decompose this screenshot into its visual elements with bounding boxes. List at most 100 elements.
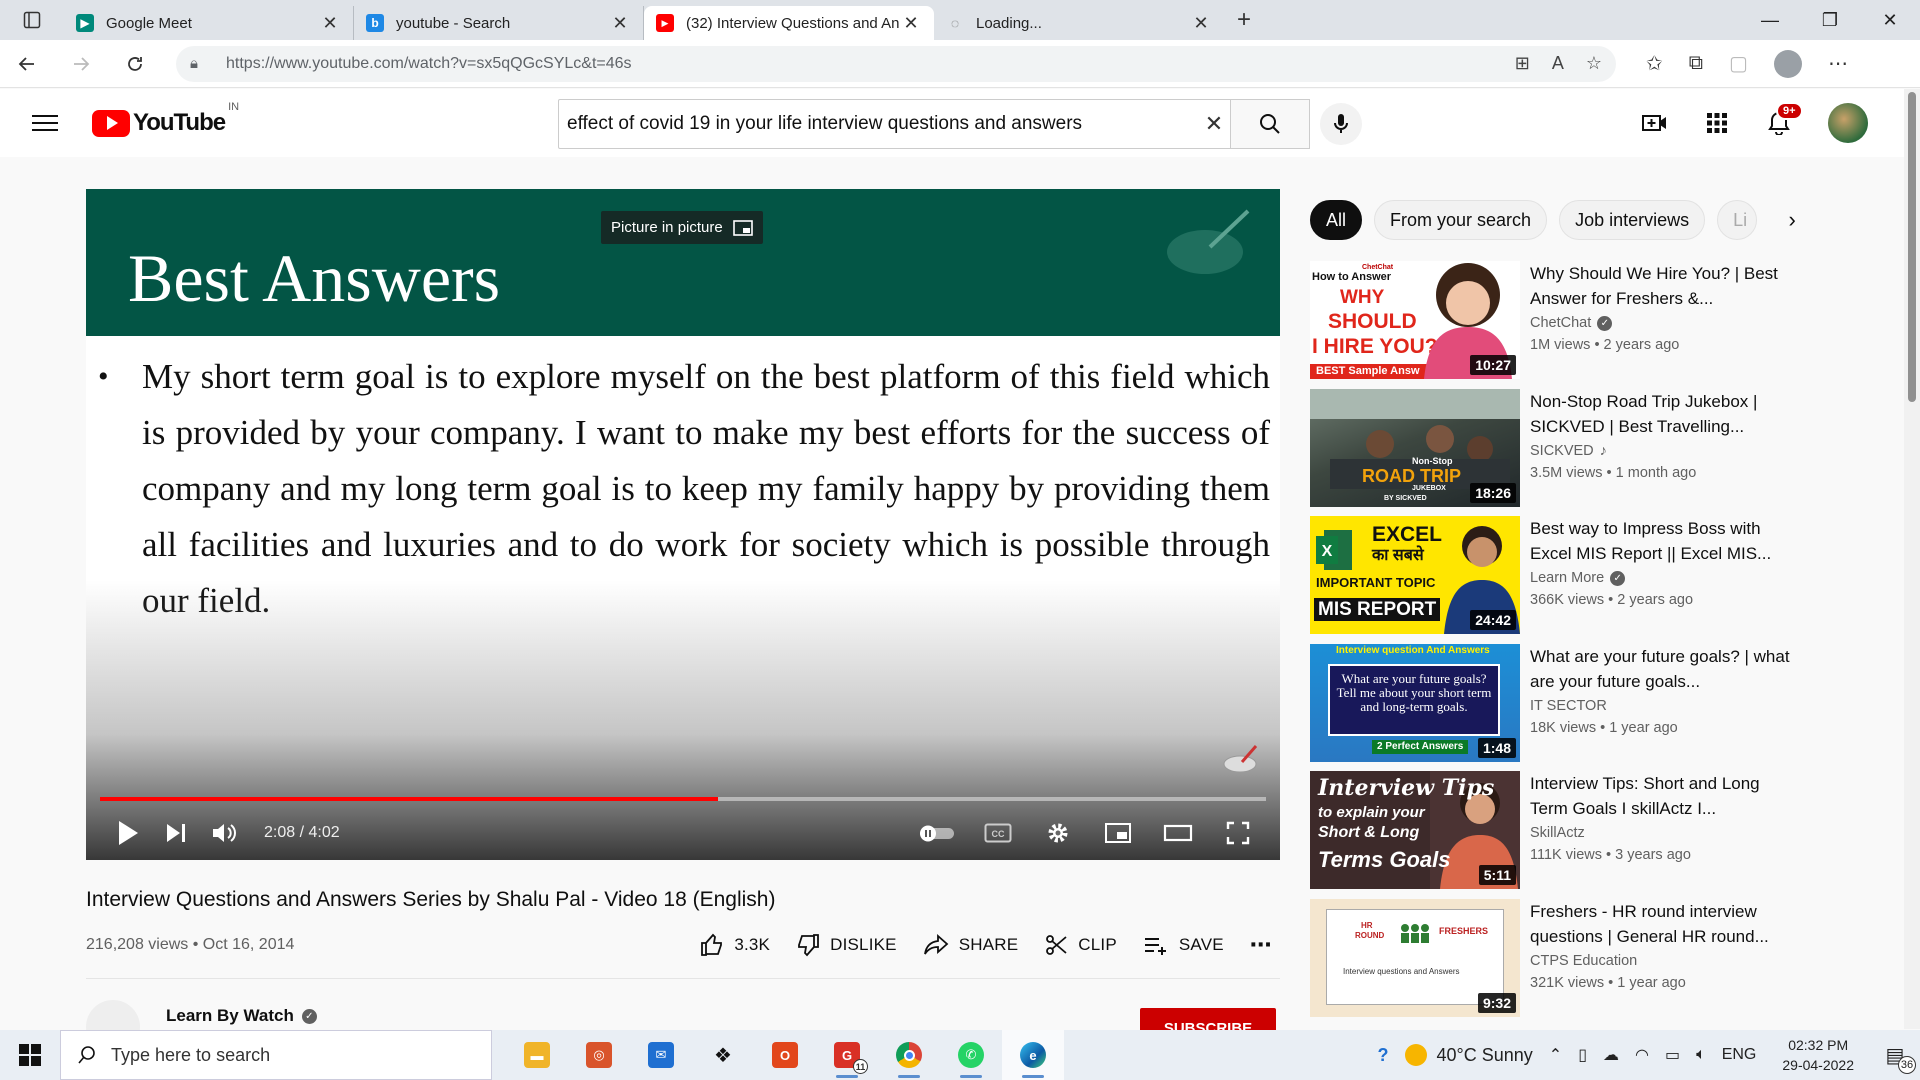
chevron-up-icon[interactable]: ⌃ [1549,1045,1562,1065]
save-button[interactable]: SAVE [1143,934,1224,956]
url-field[interactable]: 🔒︎ https://www.youtube.com/watch?v=sx5qQ… [176,45,1616,82]
like-button[interactable]: 3.3K [700,933,770,957]
apps-grid-icon[interactable] [1704,110,1730,136]
recommendation-channel[interactable]: CTPS Education [1530,953,1637,969]
minimize-icon[interactable]: — [1740,0,1800,40]
picture-in-picture-button[interactable]: Picture in picture [601,211,763,244]
settings-button[interactable] [1034,809,1082,857]
recommendation-title[interactable]: Freshers - HR round interview questions … [1530,899,1790,949]
share-button[interactable]: SHARE [923,934,1019,956]
edge-app[interactable]: e [1002,1030,1064,1080]
video-thumbnail[interactable]: ChetChat How to Answer WHY SHOULD I HIRE… [1310,261,1520,379]
create-video-icon[interactable] [1642,110,1668,136]
search-input[interactable]: effect of covid 19 in your life intervie… [558,99,1240,149]
video-thumbnail[interactable]: HR ROUND FRESHERS Interview questions an… [1310,898,1520,1017]
recommendation-item[interactable]: HR ROUND FRESHERS Interview questions an… [1310,898,1900,1027]
taskbar-search-input[interactable]: Type here to search [60,1030,492,1080]
next-button[interactable] [152,809,200,857]
channel-name[interactable]: Learn By Watch [166,1006,294,1026]
office-app[interactable]: O [754,1030,816,1080]
recommendation-title[interactable]: Interview Tips: Short and Long Term Goal… [1530,771,1790,821]
fullscreen-button[interactable] [1214,809,1262,857]
weather-widget[interactable]: 40°C Sunny [1404,1044,1533,1066]
notifications-center-button[interactable]: ▤ 36 [1880,1040,1916,1074]
autoplay-toggle[interactable] [914,809,962,857]
file-explorer-app[interactable]: ▬ [506,1030,568,1080]
search-button[interactable] [1230,99,1310,149]
back-button[interactable] [0,40,54,88]
progress-bar[interactable] [100,797,1266,801]
browser-tab-bing-search[interactable]: b youtube - Search ✕ [354,6,644,40]
recommendation-item[interactable]: ChetChat How to Answer WHY SHOULD I HIRE… [1310,261,1900,389]
channel-watermark-icon[interactable] [1222,744,1260,774]
recommendation-title[interactable]: Best way to Impress Boss with Excel MIS … [1530,516,1790,566]
add-favorite-icon[interactable]: ☆ [1586,53,1602,74]
recommendation-item[interactable]: Interview question And Answers What are … [1310,643,1900,772]
recommendation-title[interactable]: What are your future goals? | what are y… [1530,644,1790,694]
recommendation-item[interactable]: X EXCEL का सबसे IMPORTANT TOPIC MIS REPO… [1310,516,1900,644]
tab-actions-button[interactable] [0,0,64,40]
chip-all[interactable]: All [1310,200,1363,240]
menu-icon[interactable] [32,115,58,131]
help-icon[interactable]: ? [1378,1045,1389,1066]
maximize-icon[interactable]: ❐ [1800,0,1860,40]
video-thumbnail[interactable]: Interview Tips to explain your Short & L… [1310,771,1520,889]
wifi-icon[interactable]: ◠ [1635,1045,1649,1065]
close-tab-icon[interactable]: ✕ [1190,12,1212,34]
recommendation-channel[interactable]: SkillActz [1530,825,1585,841]
youtube-logo[interactable]: YouTube IN [92,101,239,137]
chip-truncated[interactable]: Li [1717,200,1758,240]
new-tab-button[interactable]: + [1224,0,1264,40]
more-options-icon[interactable]: ⋯ [1828,51,1848,76]
miniplayer-button[interactable] [1094,809,1142,857]
whatsapp-app[interactable]: ✆ [940,1030,1002,1080]
recommendation-item[interactable]: Non-Stop ROAD TRIP JUKEBOX BY SICKVED 18… [1310,388,1900,517]
voice-search-button[interactable] [1320,103,1362,145]
favorites-icon[interactable]: ✩ [1646,51,1663,76]
speaker-icon[interactable]: 🔈︎ [1696,1046,1706,1064]
volume-button[interactable] [200,809,248,857]
refresh-button[interactable] [108,40,162,88]
chrome-app[interactable] [878,1030,940,1080]
extensions-icon[interactable]: ▢ [1729,51,1748,76]
play-button[interactable] [104,809,152,857]
browser-tab-loading[interactable]: ◌ Loading... ✕ [934,6,1224,40]
browser-tab-youtube[interactable]: ▶ (32) Interview Questions and Ans ✕ [644,6,934,40]
battery-icon[interactable]: ▭ [1665,1045,1680,1065]
onedrive-icon[interactable]: ☁ [1603,1045,1619,1065]
profile-avatar[interactable] [1773,49,1802,78]
more-actions-button[interactable]: ⋯ [1250,932,1272,958]
recommendation-item[interactable]: Interview Tips to explain your Short & L… [1310,771,1900,899]
close-tab-icon[interactable]: ✕ [609,12,631,34]
dropbox-app[interactable]: ❖ [692,1030,754,1080]
read-aloud-icon[interactable]: A [1552,53,1564,74]
recommendation-channel[interactable]: ChetChat [1530,315,1591,331]
system-clock[interactable]: 02:32 PM 29-04-2022 [1782,1035,1854,1075]
start-button[interactable] [0,1030,60,1080]
scrollbar-thumb[interactable] [1908,92,1916,402]
device-icon[interactable]: ▯ [1578,1045,1587,1065]
video-thumbnail[interactable]: Non-Stop ROAD TRIP JUKEBOX BY SICKVED 18… [1310,388,1520,507]
theater-mode-button[interactable] [1154,809,1202,857]
gmail-app[interactable]: G 11 [816,1030,878,1080]
chevron-right-icon[interactable]: › [1777,200,1807,240]
recommendation-title[interactable]: Non-Stop Road Trip Jukebox | SICKVED | B… [1530,389,1790,439]
subtitles-button[interactable]: CC [974,809,1022,857]
forward-button[interactable] [54,40,108,88]
mail-app[interactable]: ✉ [630,1030,692,1080]
chip-from-your-search[interactable]: From your search [1374,200,1548,240]
recommendation-channel[interactable]: Learn More [1530,570,1604,586]
video-thumbnail[interactable]: Interview question And Answers What are … [1310,643,1520,762]
user-avatar[interactable] [1828,103,1868,143]
close-tab-icon[interactable]: ✕ [319,12,341,34]
recommendation-channel[interactable]: IT SECTOR [1530,698,1607,714]
language-indicator[interactable]: ENG [1722,1046,1757,1064]
recommendation-title[interactable]: Why Should We Hire You? | Best Answer fo… [1530,261,1790,311]
close-tab-icon[interactable]: ✕ [900,12,922,34]
video-player[interactable]: Best Answers Picture in picture • My sho… [86,189,1280,860]
lock-icon[interactable]: 🔒︎ [190,55,218,72]
office-lens-app[interactable]: ◎ [568,1030,630,1080]
video-thumbnail[interactable]: X EXCEL का सबसे IMPORTANT TOPIC MIS REPO… [1310,516,1520,634]
chip-job-interviews[interactable]: Job interviews [1559,200,1706,240]
dislike-button[interactable]: DISLIKE [796,933,897,957]
